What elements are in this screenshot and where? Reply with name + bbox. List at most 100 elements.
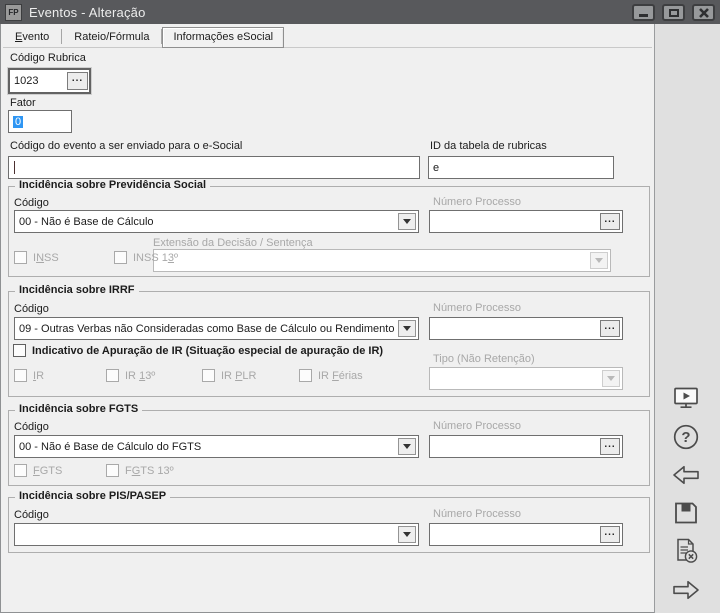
numero-processo-label: Número Processo <box>433 508 521 520</box>
checkbox-box <box>14 251 27 264</box>
close-button[interactable] <box>692 4 715 21</box>
save-icon <box>670 497 702 529</box>
monitor-play-button[interactable] <box>668 380 704 416</box>
tab-strip: Evento Rateio/Fórmula Informações eSocia… <box>3 27 652 48</box>
maximize-button[interactable] <box>662 4 685 21</box>
codigo-label: Código <box>14 303 49 315</box>
fgts-numero-processo-field[interactable]: ... <box>429 435 623 458</box>
pis-numero-processo-browse-button[interactable]: ... <box>600 526 620 543</box>
tab-informacoes-esocial[interactable]: Informações eSocial <box>162 27 284 48</box>
inss-13-checkbox[interactable]: INSS 13º <box>114 251 178 264</box>
inss-checkbox[interactable]: INSS <box>14 251 59 264</box>
chevron-down-icon <box>590 252 608 269</box>
document-delete-icon <box>670 535 702 567</box>
group-previdencia-title: Incidência sobre Previdência Social <box>15 179 210 191</box>
ir-checkbox[interactable]: IR <box>14 369 44 382</box>
tipo-nao-retencao-label: Tipo (Não Retenção) <box>433 353 535 365</box>
checkbox-label: INSS 13º <box>133 252 178 264</box>
irrf-codigo-combobox[interactable]: 09 - Outras Verbas não Consideradas como… <box>14 317 419 340</box>
tab-rateio-formula[interactable]: Rateio/Fórmula <box>62 27 161 47</box>
close-icon <box>698 7 710 19</box>
forward-button[interactable] <box>668 572 704 608</box>
previdencia-numero-processo-browse-button[interactable]: ... <box>600 213 620 230</box>
chevron-down-icon[interactable] <box>398 526 416 543</box>
group-fgts-title: Incidência sobre FGTS <box>15 403 142 415</box>
group-irrf-title: Incidência sobre IRRF <box>15 284 139 296</box>
irrf-numero-processo-browse-button[interactable]: ... <box>600 320 620 337</box>
chevron-down-icon[interactable] <box>398 213 416 230</box>
previdencia-numero-processo-field[interactable]: ... <box>429 210 623 233</box>
numero-processo-label: Número Processo <box>433 420 521 432</box>
checkbox-box <box>299 369 312 382</box>
checkbox-box <box>14 464 27 477</box>
fator-field[interactable]: 0 <box>8 110 72 133</box>
codigo-evento-esocial-label: Código do evento a ser enviado para o e-… <box>10 140 242 152</box>
checkbox-box <box>202 369 215 382</box>
checkbox-label: IR PLR <box>221 370 256 382</box>
checkbox-box <box>106 369 119 382</box>
fgts-codigo-value: 00 - Não é Base de Cálculo do FGTS <box>19 441 201 453</box>
id-tabela-rubricas-field[interactable]: e <box>428 156 614 179</box>
back-button[interactable] <box>668 457 704 493</box>
codigo-rubrica-field[interactable]: 1023 ... <box>8 68 91 94</box>
indicativo-apuracao-ir-checkbox[interactable]: Indicativo de Apuração de IR (Situação e… <box>13 344 383 357</box>
id-tabela-rubricas-value: e <box>433 162 439 174</box>
codigo-rubrica-value: 1023 <box>11 75 67 87</box>
checkbox-box <box>106 464 119 477</box>
checkbox-label: IR <box>33 370 44 382</box>
irrf-numero-processo-field[interactable]: ... <box>429 317 623 340</box>
codigo-label: Código <box>14 421 49 433</box>
titlebar: FP Eventos - Alteração <box>0 0 720 24</box>
id-tabela-rubricas-label: ID da tabela de rubricas <box>430 140 547 152</box>
extensao-label: Extensão da Decisão / Sentença <box>153 237 313 249</box>
minimize-button[interactable] <box>632 4 655 21</box>
ir-13-checkbox[interactable]: IR 13º <box>106 369 155 382</box>
checkbox-label: IR Férias <box>318 370 363 382</box>
group-pis-pasep: Incidência sobre PIS/PASEP Código Número… <box>8 497 650 553</box>
help-button[interactable]: ? <box>668 419 704 455</box>
group-irrf: Incidência sobre IRRF Código 09 - Outras… <box>8 291 650 397</box>
action-sidebar: ? <box>655 24 720 613</box>
chevron-down-icon[interactable] <box>398 438 416 455</box>
codigo-rubrica-browse-button[interactable]: ... <box>67 72 88 90</box>
pis-codigo-combobox[interactable] <box>14 523 419 546</box>
checkbox-box <box>14 369 27 382</box>
codigo-evento-esocial-field[interactable] <box>8 156 420 179</box>
tab-evento[interactable]: Evento <box>3 27 61 47</box>
tipo-nao-retencao-combobox[interactable] <box>429 367 623 390</box>
arrow-right-icon <box>670 574 702 606</box>
help-icon: ? <box>670 421 702 453</box>
numero-processo-label: Número Processo <box>433 196 521 208</box>
ir-ferias-checkbox[interactable]: IR Férias <box>299 369 363 382</box>
window-title: Eventos - Alteração <box>29 5 146 20</box>
checkbox-label: Indicativo de Apuração de IR (Situação e… <box>32 345 383 357</box>
previdencia-codigo-value: 00 - Não é Base de Cálculo <box>19 216 154 228</box>
chevron-down-icon[interactable] <box>398 320 416 337</box>
text-caret <box>14 161 15 174</box>
fator-label: Fator <box>10 97 36 109</box>
checkbox-label: FGTS 13º <box>125 465 174 477</box>
fgts-checkbox[interactable]: FGTS <box>14 464 62 477</box>
fator-value: 0 <box>13 116 23 128</box>
checkbox-box <box>114 251 127 264</box>
delete-record-button[interactable] <box>668 533 704 569</box>
previdencia-codigo-combobox[interactable]: 00 - Não é Base de Cálculo <box>14 210 419 233</box>
chevron-down-icon <box>602 370 620 387</box>
fgts-numero-processo-browse-button[interactable]: ... <box>600 438 620 455</box>
arrow-left-icon <box>670 459 702 491</box>
pis-numero-processo-field[interactable]: ... <box>429 523 623 546</box>
codigo-rubrica-label: Código Rubrica <box>10 52 86 64</box>
maximize-icon <box>669 9 679 17</box>
checkbox-label: IR 13º <box>125 370 155 382</box>
ir-plr-checkbox[interactable]: IR PLR <box>202 369 256 382</box>
numero-processo-label: Número Processo <box>433 302 521 314</box>
checkbox-box <box>13 344 26 357</box>
fgts-13-checkbox[interactable]: FGTS 13º <box>106 464 174 477</box>
group-fgts: Incidência sobre FGTS Código 00 - Não é … <box>8 410 650 486</box>
fgts-codigo-combobox[interactable]: 00 - Não é Base de Cálculo do FGTS <box>14 435 419 458</box>
save-button[interactable] <box>668 495 704 531</box>
group-previdencia: Incidência sobre Previdência Social Códi… <box>8 186 650 277</box>
checkbox-label: INSS <box>33 252 59 264</box>
extensao-combobox[interactable] <box>153 249 611 272</box>
monitor-play-icon <box>670 382 702 414</box>
